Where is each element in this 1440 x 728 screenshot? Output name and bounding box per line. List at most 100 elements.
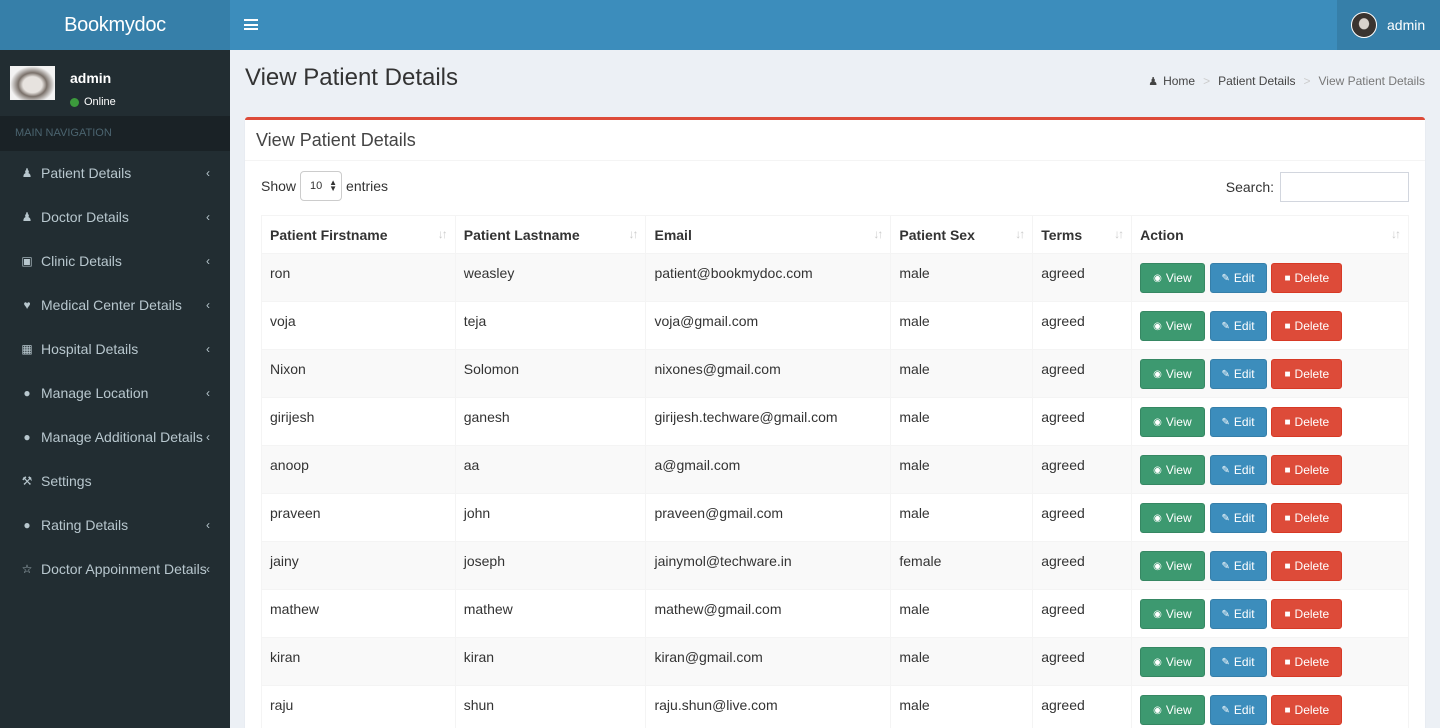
column-header-patient-lastname[interactable]: Patient Lastname ↓↑: [454, 215, 647, 254]
sidebar-item-doctor-details[interactable]: ♟ Doctor Details ‹: [0, 195, 230, 239]
view-button[interactable]: ◉ View: [1140, 407, 1205, 437]
eye-icon: ◉: [1153, 656, 1162, 668]
sort-icon: ↓↑: [1015, 227, 1025, 241]
sidebar-item-settings[interactable]: ⚒ Settings: [0, 459, 230, 503]
view-button[interactable]: ◉ View: [1140, 503, 1205, 533]
cell-email: girijesh.techware@gmail.com: [645, 397, 892, 446]
trash-icon: ■: [1284, 512, 1291, 524]
table-row: mathew mathew mathew@gmail.com male agreed ◉ V…: [261, 589, 1409, 638]
select-arrows-icon: ▲ ▼: [329, 178, 338, 193]
delete-button[interactable]: ■ Delete: [1271, 695, 1343, 725]
cell-email: praveen@gmail.com: [645, 493, 892, 542]
view-label: View: [1165, 607, 1192, 621]
breadcrumb-home[interactable]: Home: [1163, 74, 1195, 88]
view-button[interactable]: ◉ View: [1140, 263, 1205, 293]
delete-button[interactable]: ■ Delete: [1271, 359, 1343, 389]
table-row: anoop aa a@gmail.com male agreed ◉ View ✎ Edit …: [261, 445, 1409, 494]
brand-logo[interactable]: Bookmydoc: [0, 0, 230, 50]
view-button[interactable]: ◉ View: [1140, 695, 1205, 725]
view-button[interactable]: ◉ View: [1140, 311, 1205, 341]
column-header-terms[interactable]: Terms ↓↑: [1032, 215, 1133, 254]
sidebar-item-medical-center-details[interactable]: ♥ Medical Center Details ‹: [0, 283, 230, 327]
globe-icon: ●: [23, 518, 31, 532]
cell-email: raju.shun@live.com: [645, 685, 892, 728]
globe-icon: ●: [23, 386, 31, 400]
sidebar-item-rating-details[interactable]: ● Rating Details ‹: [0, 503, 230, 547]
cell-firstname: jainy: [261, 541, 456, 590]
breadcrumb-patient-details[interactable]: Patient Details: [1218, 74, 1295, 88]
user-md-icon: ♟: [21, 210, 33, 224]
view-button[interactable]: ◉ View: [1140, 551, 1205, 581]
column-header-patient-firstname[interactable]: Patient Firstname ↓↑: [261, 215, 456, 254]
hospital-icon: ▦: [21, 342, 33, 356]
entries-select[interactable]: 10 ▲ ▼: [300, 171, 343, 201]
edit-button[interactable]: ✎ Edit: [1209, 311, 1267, 341]
cell-sex: male: [890, 253, 1034, 302]
sort-icon: ↓↑: [437, 227, 448, 241]
cell-firstname: ron: [261, 253, 456, 302]
home-icon: ♟: [1148, 75, 1159, 88]
edit-button[interactable]: ✎ Edit: [1209, 359, 1267, 389]
edit-button[interactable]: ✎ Edit: [1209, 263, 1267, 293]
sort-icon: ↓↑: [873, 227, 883, 241]
delete-label: Delete: [1294, 415, 1330, 429]
cell-terms: agreed: [1032, 541, 1133, 590]
cell-firstname: girijesh: [261, 397, 456, 446]
sidebar-item-clinic-details[interactable]: ▣ Clinic Details ‹: [0, 239, 230, 283]
edit-button[interactable]: ✎ Edit: [1209, 551, 1267, 581]
globe-icon: ●: [23, 430, 31, 444]
delete-button[interactable]: ■ Delete: [1271, 599, 1343, 629]
user-menu[interactable]: admin: [1337, 0, 1440, 50]
edit-button[interactable]: ✎ Edit: [1209, 407, 1267, 437]
edit-label: Edit: [1233, 607, 1255, 621]
wrench-icon: ⚒: [21, 474, 33, 488]
view-label: View: [1165, 511, 1192, 525]
delete-label: Delete: [1294, 703, 1330, 717]
delete-button[interactable]: ■ Delete: [1271, 263, 1343, 293]
delete-button[interactable]: ■ Delete: [1271, 551, 1343, 581]
trash-icon: ■: [1284, 320, 1291, 332]
edit-button[interactable]: ✎ Edit: [1209, 455, 1267, 485]
edit-button[interactable]: ✎ Edit: [1209, 599, 1267, 629]
column-header-action[interactable]: Action ↓↑: [1131, 215, 1409, 254]
sidebar-item-manage-location[interactable]: ● Manage Location ‹: [0, 371, 230, 415]
delete-button[interactable]: ■ Delete: [1271, 503, 1343, 533]
column-header-patient-sex[interactable]: Patient Sex ↓↑: [890, 215, 1034, 254]
trash-icon: ■: [1284, 656, 1291, 668]
view-button[interactable]: ◉ View: [1140, 599, 1205, 629]
cell-actions: ◉ View ✎ Edit ■ Delete: [1131, 637, 1409, 686]
delete-button[interactable]: ■ Delete: [1271, 311, 1343, 341]
column-header-email[interactable]: Email ↓↑: [645, 215, 892, 254]
edit-button[interactable]: ✎ Edit: [1209, 695, 1267, 725]
view-button[interactable]: ◉ View: [1140, 647, 1205, 677]
delete-button[interactable]: ■ Delete: [1271, 647, 1343, 677]
column-header-label: Email: [654, 226, 692, 243]
table-body: ron weasley patient@bookmydoc.com male agree…: [261, 253, 1409, 728]
edit-icon: ✎: [1221, 368, 1230, 380]
chevron-left-icon: ‹: [206, 298, 210, 312]
sidebar-item-hospital-details[interactable]: ▦ Hospital Details ‹: [0, 327, 230, 371]
delete-button[interactable]: ■ Delete: [1271, 407, 1343, 437]
chevron-left-icon: ‹: [206, 210, 210, 224]
hamburger-icon[interactable]: [244, 19, 258, 30]
cell-lastname: ganesh: [454, 397, 647, 446]
view-label: View: [1165, 703, 1192, 717]
cell-terms: agreed: [1032, 637, 1133, 686]
delete-button[interactable]: ■ Delete: [1271, 455, 1343, 485]
view-button[interactable]: ◉ View: [1140, 359, 1205, 389]
sort-icon: ↓↑: [628, 227, 638, 241]
sidebar-item-label: Settings: [41, 473, 92, 489]
view-button[interactable]: ◉ View: [1140, 455, 1205, 485]
search-input[interactable]: [1280, 172, 1409, 202]
edit-button[interactable]: ✎ Edit: [1209, 647, 1267, 677]
online-dot-icon: [70, 97, 79, 107]
sidebar-item-manage-additional-details[interactable]: ● Manage Additional Details ‹: [0, 415, 230, 459]
sidebar-item-doctor-appoinment-details[interactable]: ☆ Doctor Appoinment Details ‹: [0, 547, 230, 591]
edit-icon: ✎: [1221, 560, 1230, 572]
cell-firstname: voja: [261, 301, 456, 350]
edit-label: Edit: [1233, 511, 1255, 525]
eye-icon: ◉: [1153, 368, 1162, 380]
cell-email: nixones@gmail.com: [645, 349, 892, 398]
edit-button[interactable]: ✎ Edit: [1209, 503, 1267, 533]
sidebar-item-patient-details[interactable]: ♟ Patient Details ‹: [0, 151, 230, 195]
